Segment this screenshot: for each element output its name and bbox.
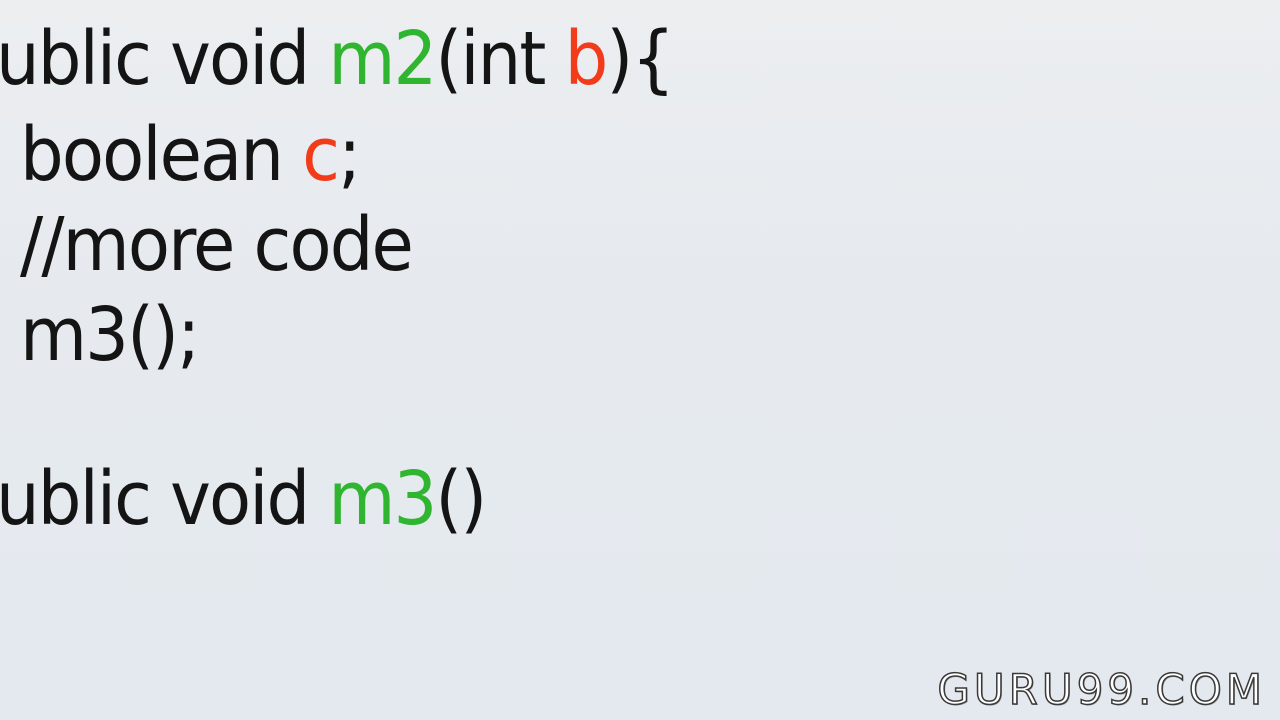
code-keywords: ublic void	[0, 16, 329, 102]
method-name-m3: m3	[328, 456, 437, 542]
code-type-boolean: boolean	[20, 112, 303, 198]
code-line-m2-declaration: ublic void m2(int b){	[0, 22, 675, 96]
code-params-open: (int	[435, 16, 565, 102]
code-parens: ()	[435, 456, 487, 542]
code-brace-open: ){	[606, 16, 675, 102]
code-line-m3-call: m3();	[20, 292, 200, 378]
method-name-m2: m2	[328, 16, 437, 102]
code-keywords: ublic void	[0, 456, 329, 542]
code-line-m3-declaration: ublic void m3()	[0, 462, 487, 536]
watermark-logo: GURU99.COM	[937, 664, 1266, 715]
parameter-b: b	[564, 16, 609, 102]
code-canvas: ublic void m2(int b){ boolean c; //more …	[0, 0, 1280, 720]
code-semicolon: ;	[338, 112, 361, 198]
variable-c: c	[302, 112, 340, 198]
code-line-boolean-declaration: boolean c;	[20, 118, 361, 192]
code-line-comment: //more code	[20, 202, 414, 288]
